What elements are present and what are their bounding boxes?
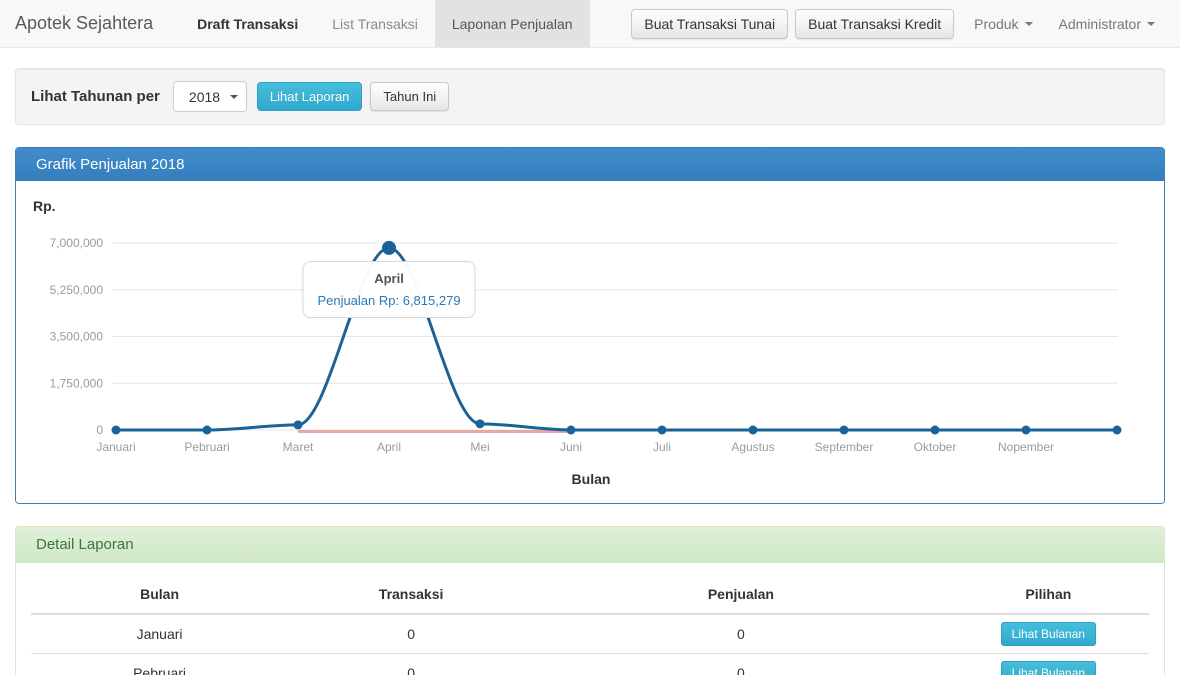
col-header-pilihan: Pilihan bbox=[948, 575, 1149, 614]
svg-text:Maret: Maret bbox=[283, 440, 314, 454]
svg-text:Juni: Juni bbox=[560, 440, 582, 454]
cell-transaksi: 0 bbox=[288, 654, 534, 675]
tahun-ini-button[interactable]: Tahun Ini bbox=[370, 82, 449, 111]
produk-dropdown[interactable]: Produk bbox=[961, 16, 1045, 32]
select-arrow-icon bbox=[230, 95, 238, 99]
chevron-down-icon bbox=[1147, 22, 1155, 26]
app-brand[interactable]: Apotek Sejahtera bbox=[0, 0, 168, 47]
svg-text:Nopember: Nopember bbox=[998, 440, 1054, 454]
buat-transaksi-tunai-button[interactable]: Buat Transaksi Tunai bbox=[631, 9, 788, 39]
buat-transaksi-kredit-button[interactable]: Buat Transaksi Kredit bbox=[795, 9, 954, 39]
year-select[interactable]: 2018 bbox=[173, 81, 247, 112]
svg-text:Pebruari: Pebruari bbox=[184, 440, 229, 454]
svg-text:1,750,000: 1,750,000 bbox=[50, 376, 104, 390]
detail-laporan-panel: Detail Laporan Bulan Transaksi Penjualan… bbox=[15, 526, 1165, 675]
detail-panel-title: Detail Laporan bbox=[16, 527, 1164, 563]
svg-text:Rp.: Rp. bbox=[33, 198, 56, 214]
sales-line-chart[interactable]: 0 1,750,000 3,500,000 5,250,000 7,000,000 Rp.… bbox=[31, 193, 1149, 493]
year-select-value: 2018 bbox=[189, 89, 220, 105]
svg-text:Agustus: Agustus bbox=[731, 440, 774, 454]
year-filter-label: Lihat Tahunan per bbox=[31, 88, 160, 105]
lihat-laporan-button[interactable]: Lihat Laporan bbox=[257, 82, 363, 111]
table-row: Januari 0 0 Lihat Bulanan bbox=[31, 614, 1149, 654]
cell-penjualan: 0 bbox=[534, 654, 948, 675]
cell-bulan: Pebruari bbox=[31, 654, 288, 675]
svg-text:3,500,000: 3,500,000 bbox=[50, 330, 104, 344]
col-header-penjualan: Penjualan bbox=[534, 575, 948, 614]
produk-dropdown-label: Produk bbox=[974, 16, 1018, 32]
administrator-dropdown[interactable]: Administrator bbox=[1046, 16, 1168, 32]
main-nav: Draft Transaksi List Transaksi Laponan P… bbox=[180, 0, 589, 47]
sales-chart-panel: Grafik Penjualan 2018 0 1,750,000 3,500,00… bbox=[15, 147, 1165, 504]
svg-text:April: April bbox=[377, 440, 401, 454]
nav-item-laporan-penjualan[interactable]: Laponan Penjualan bbox=[435, 0, 590, 47]
top-navbar: Apotek Sejahtera Draft Transaksi List Tr… bbox=[0, 0, 1180, 48]
table-row: Pebruari 0 0 Lihat Bulanan bbox=[31, 654, 1149, 675]
chevron-down-icon bbox=[1025, 22, 1033, 26]
svg-text:September: September bbox=[815, 440, 874, 454]
svg-text:7,000,000: 7,000,000 bbox=[50, 236, 104, 250]
detail-panel-body: Bulan Transaksi Penjualan Pilihan Januar… bbox=[16, 563, 1164, 675]
cell-penjualan: 0 bbox=[534, 614, 948, 654]
svg-text:0: 0 bbox=[96, 423, 103, 437]
svg-text:5,250,000: 5,250,000 bbox=[50, 283, 104, 297]
lihat-bulanan-button[interactable]: Lihat Bulanan bbox=[1001, 622, 1096, 646]
lihat-bulanan-button[interactable]: Lihat Bulanan bbox=[1001, 661, 1096, 675]
col-header-transaksi: Transaksi bbox=[288, 575, 534, 614]
nav-item-draft-transaksi[interactable]: Draft Transaksi bbox=[180, 0, 315, 47]
svg-text:Oktober: Oktober bbox=[914, 440, 957, 454]
cell-bulan: Januari bbox=[31, 614, 288, 654]
navbar-right: Buat Transaksi Tunai Buat Transaksi Kred… bbox=[631, 0, 1180, 47]
cell-transaksi: 0 bbox=[288, 614, 534, 654]
administrator-dropdown-label: Administrator bbox=[1059, 16, 1141, 32]
table-header-row: Bulan Transaksi Penjualan Pilihan bbox=[31, 575, 1149, 614]
col-header-bulan: Bulan bbox=[31, 575, 288, 614]
svg-text:Juli: Juli bbox=[653, 440, 671, 454]
chart-wrapper: 0 1,750,000 3,500,000 5,250,000 7,000,000 Rp.… bbox=[31, 193, 1149, 493]
chart-panel-body: 0 1,750,000 3,500,000 5,250,000 7,000,000 Rp.… bbox=[16, 181, 1164, 503]
nav-item-list-transaksi[interactable]: List Transaksi bbox=[315, 0, 435, 47]
chart-panel-title: Grafik Penjualan 2018 bbox=[16, 148, 1164, 181]
svg-text:Mei: Mei bbox=[470, 440, 489, 454]
year-filter-bar: Lihat Tahunan per 2018 Lihat Laporan Tah… bbox=[15, 68, 1165, 125]
svg-text:Bulan: Bulan bbox=[572, 471, 611, 487]
monthly-report-table: Bulan Transaksi Penjualan Pilihan Januar… bbox=[31, 575, 1149, 675]
svg-text:Januari: Januari bbox=[96, 440, 135, 454]
